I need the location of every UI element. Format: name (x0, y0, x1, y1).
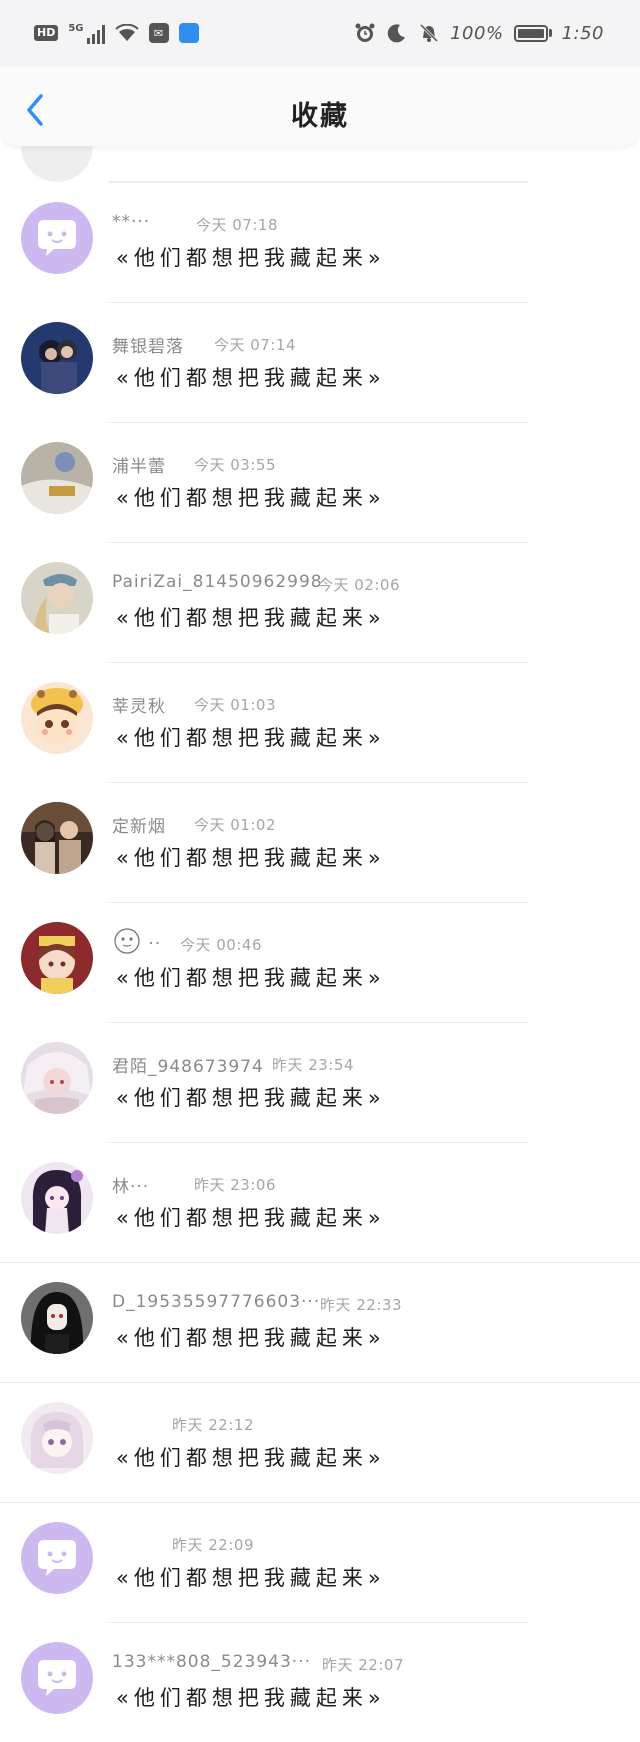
battery-percent: 100% (450, 22, 504, 44)
list-item[interactable]: **··· 今天 07:18 «他们都想把我藏起来» (0, 182, 640, 302)
list-item[interactable]: 君陌_948673974 昨天 23:54 «他们都想把我藏起来» (0, 1022, 640, 1142)
photo-avatar (21, 322, 93, 394)
notification-app-icon: ✉ (148, 23, 169, 43)
alarm-icon (355, 23, 375, 42)
page-title: 收藏 (291, 101, 349, 132)
user-name: 莘灵秋 (112, 697, 166, 717)
default-chat-avatar (21, 202, 93, 274)
message-text: «他们都想把我藏起来» (116, 366, 386, 390)
list-item[interactable]: 浦半蕾 今天 03:55 «他们都想把我藏起来» (0, 422, 640, 542)
cartoon-avatar (21, 682, 93, 754)
moon-icon (387, 24, 406, 43)
cloud-app-icon (178, 23, 199, 43)
anime-avatar (21, 1402, 93, 1474)
list-item[interactable]: D_19535597776603··· 昨天 22:33 «他们都想把我藏起来» (0, 1262, 640, 1382)
user-name: 林··· (112, 1177, 150, 1197)
timestamp: 今天 00:46 (180, 936, 262, 954)
message-text: «他们都想把我藏起来» (116, 1206, 386, 1230)
divider (108, 782, 528, 783)
message-text: «他们都想把我藏起来» (116, 1686, 386, 1710)
divider (108, 1022, 528, 1023)
photo-avatar (21, 562, 93, 634)
user-name-text: ·· (148, 934, 162, 954)
divider (108, 542, 528, 543)
user-name: 浦半蕾 (112, 457, 166, 477)
favorites-list: **··· 今天 07:18 «他们都想把我藏起来» 舞银碧落 今天 07:14… (0, 182, 640, 1742)
divider (108, 902, 528, 903)
divider (0, 1502, 640, 1503)
list-item[interactable]: ·· 今天 00:46 «他们都想把我藏起来» (0, 902, 640, 1022)
network-label: 5G (68, 22, 84, 34)
message-text: «他们都想把我藏起来» (116, 606, 386, 630)
list-item[interactable]: 林··· 昨天 23:06 «他们都想把我藏起来» (0, 1142, 640, 1262)
divider (108, 302, 528, 303)
timestamp: 今天 01:03 (194, 696, 276, 714)
timestamp: 昨天 22:33 (320, 1296, 402, 1314)
photo-avatar (21, 802, 93, 874)
message-text: «他们都想把我藏起来» (116, 246, 386, 270)
timestamp: 今天 02:06 (318, 576, 400, 594)
user-name: 君陌_948673974 (112, 1057, 264, 1077)
timestamp: 昨天 22:07 (322, 1656, 404, 1674)
divider (0, 1382, 640, 1383)
user-name: 133***808_523943··· (112, 1652, 312, 1672)
list-item[interactable]: 昨天 22:12 «他们都想把我藏起来» (0, 1382, 640, 1502)
list-item-partial (0, 110, 640, 182)
battery-icon (513, 24, 552, 42)
photo-avatar (21, 1042, 93, 1114)
timestamp: 今天 07:14 (214, 336, 296, 354)
list-item[interactable]: 定新烟 今天 01:02 «他们都想把我藏起来» (0, 782, 640, 902)
bell-off-icon (420, 23, 439, 43)
list-item[interactable]: PairiZai_81450962998 今天 02:06 «他们都想把我藏起来… (0, 542, 640, 662)
wifi-icon (114, 24, 139, 41)
status-left: HD 5G ✉ (34, 23, 199, 44)
timestamp: 昨天 23:54 (272, 1056, 354, 1074)
message-text: «他们都想把我藏起来» (116, 1086, 386, 1110)
user-name: ·· (112, 928, 162, 956)
photo-avatar (21, 442, 93, 514)
user-name: 定新烟 (112, 817, 166, 837)
status-bar: HD 5G ✉ 100% 1:50 (0, 0, 640, 66)
signal-icon: 5G (68, 22, 105, 44)
list-item[interactable]: 133***808_523943··· 昨天 22:07 «他们都想把我藏起来» (0, 1622, 640, 1742)
timestamp: 昨天 23:06 (194, 1176, 276, 1194)
message-text: «他们都想把我藏起来» (116, 966, 386, 990)
clock: 1:50 (561, 22, 604, 44)
timestamp: 今天 03:55 (194, 456, 276, 474)
message-text: «他们都想把我藏起来» (116, 1446, 386, 1470)
list-item[interactable]: 舞银碧落 今天 07:14 «他们都想把我藏起来» (0, 302, 640, 422)
divider (108, 1142, 528, 1143)
message-text: «他们都想把我藏起来» (116, 1326, 386, 1350)
divider (108, 662, 528, 663)
divider (108, 1622, 528, 1623)
user-name: PairiZai_81450962998 (112, 572, 323, 592)
timestamp: 昨天 22:12 (172, 1416, 254, 1434)
timestamp: 今天 07:18 (196, 216, 278, 234)
timestamp: 昨天 22:09 (172, 1536, 254, 1554)
status-right: 100% 1:50 (354, 22, 604, 44)
list-item[interactable]: 莘灵秋 今天 01:03 «他们都想把我藏起来» (0, 662, 640, 782)
default-chat-avatar (21, 1522, 93, 1594)
emoji-icon (114, 928, 140, 954)
divider (108, 422, 528, 423)
user-name: D_19535597776603··· (112, 1292, 321, 1312)
hd-badge: HD (34, 25, 59, 41)
user-name: 舞银碧落 (112, 337, 184, 357)
message-text: «他们都想把我藏起来» (116, 1566, 386, 1590)
list-item[interactable]: 昨天 22:09 «他们都想把我藏起来» (0, 1502, 640, 1622)
anime-avatar (21, 1162, 93, 1234)
anime-avatar (21, 1282, 93, 1354)
cartoon-avatar (21, 922, 93, 994)
divider (0, 1262, 640, 1263)
divider (108, 182, 528, 183)
user-name: **··· (112, 212, 151, 232)
timestamp: 今天 01:02 (194, 816, 276, 834)
message-text: «他们都想把我藏起来» (116, 846, 386, 870)
message-text: «他们都想把我藏起来» (116, 726, 386, 750)
message-text: «他们都想把我藏起来» (116, 486, 386, 510)
default-chat-avatar (21, 1642, 93, 1714)
